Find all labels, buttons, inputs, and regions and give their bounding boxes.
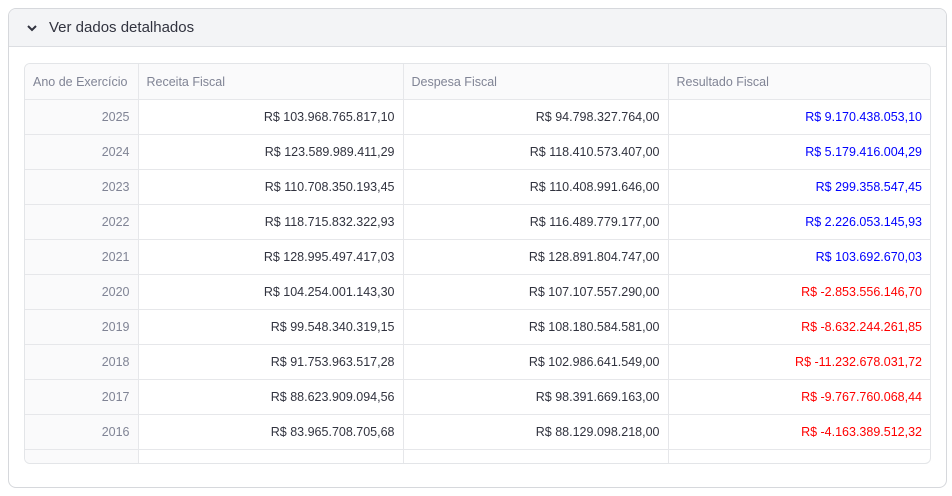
receita-cell[interactable]: R$ 118.715.832.322,93 (138, 204, 404, 240)
empty-cell (138, 449, 404, 463)
column-header-despesa[interactable]: Despesa Fiscal (403, 64, 669, 100)
table-row-partial (25, 449, 930, 463)
table-row: 2016 R$ 83.965.708.705,68 R$ 88.129.098.21… (25, 414, 930, 450)
year-cell[interactable]: 2020 (25, 274, 139, 310)
receita-cell[interactable]: R$ 88.623.909.094,56 (138, 379, 404, 415)
year-cell[interactable]: 2019 (25, 309, 139, 345)
despesa-cell[interactable]: R$ 94.798.327.764,00 (403, 99, 669, 135)
table-row: 2021 R$ 128.995.497.417,03 R$ 128.891.804.… (25, 239, 930, 275)
table-header-row: Ano de Exercício Receita Fiscal Despesa … (25, 64, 930, 100)
resultado-cell[interactable]: R$ 2.226.053.145,93 (668, 204, 930, 240)
expander-title: Ver dados detalhados (49, 19, 195, 36)
table-row: 2020 R$ 104.254.001.143,30 R$ 107.107.557.… (25, 274, 930, 310)
chevron-down-icon (27, 24, 37, 31)
resultado-cell[interactable]: R$ -11.232.678.031,72 (668, 344, 930, 380)
receita-cell[interactable]: R$ 110.708.350.193,45 (138, 169, 404, 205)
table-row: 2019 R$ 99.548.340.319,15 R$ 108.180.584.5… (25, 309, 930, 345)
table-row: 2017 R$ 88.623.909.094,56 R$ 98.391.669.16… (25, 379, 930, 415)
receita-cell[interactable]: R$ 128.995.497.417,03 (138, 239, 404, 275)
year-cell[interactable]: 2016 (25, 414, 139, 450)
resultado-cell[interactable]: R$ 9.170.438.053,10 (668, 99, 930, 135)
despesa-cell[interactable]: R$ 102.986.641.549,00 (403, 344, 669, 380)
receita-cell[interactable]: R$ 91.753.963.517,28 (138, 344, 404, 380)
empty-cell (668, 449, 930, 463)
despesa-cell[interactable]: R$ 128.891.804.747,00 (403, 239, 669, 275)
receita-cell[interactable]: R$ 103.968.765.817,10 (138, 99, 404, 135)
receita-cell[interactable]: R$ 123.589.989.411,29 (138, 134, 404, 170)
receita-cell[interactable]: R$ 83.965.708.705,68 (138, 414, 404, 450)
despesa-cell[interactable]: R$ 98.391.669.163,00 (403, 379, 669, 415)
resultado-cell[interactable]: R$ -9.767.760.068,44 (668, 379, 930, 415)
data-table[interactable]: Ano de Exercício Receita Fiscal Despesa … (24, 63, 931, 464)
table-row: 2024 R$ 123.589.989.411,29 R$ 118.410.573.… (25, 134, 930, 170)
resultado-cell[interactable]: R$ 103.692.670,03 (668, 239, 930, 275)
year-cell[interactable]: 2024 (25, 134, 139, 170)
resultado-cell[interactable]: R$ -8.632.244.261,85 (668, 309, 930, 345)
receita-cell[interactable]: R$ 104.254.001.143,30 (138, 274, 404, 310)
resultado-cell[interactable]: R$ 299.358.547,45 (668, 169, 930, 205)
receita-cell[interactable]: R$ 99.548.340.319,15 (138, 309, 404, 345)
column-header-receita[interactable]: Receita Fiscal (138, 64, 404, 100)
expander-header[interactable]: Ver dados detalhados (9, 9, 946, 47)
empty-cell (25, 449, 139, 463)
year-cell[interactable]: 2022 (25, 204, 139, 240)
resultado-cell[interactable]: R$ -4.163.389.512,32 (668, 414, 930, 450)
despesa-cell[interactable]: R$ 118.410.573.407,00 (403, 134, 669, 170)
despesa-cell[interactable]: R$ 107.107.557.290,00 (403, 274, 669, 310)
resultado-cell[interactable]: R$ -2.853.556.146,70 (668, 274, 930, 310)
despesa-cell[interactable]: R$ 116.489.779.177,00 (403, 204, 669, 240)
column-header-year[interactable]: Ano de Exercício (25, 64, 139, 100)
year-cell[interactable]: 2023 (25, 169, 139, 205)
year-cell[interactable]: 2018 (25, 344, 139, 380)
year-cell[interactable]: 2021 (25, 239, 139, 275)
despesa-cell[interactable]: R$ 108.180.584.581,00 (403, 309, 669, 345)
table-row: 2025 R$ 103.968.765.817,10 R$ 94.798.327.7… (25, 99, 930, 135)
details-expander: Ver dados detalhados Ano de Exercício Re… (8, 8, 947, 488)
despesa-cell[interactable]: R$ 88.129.098.218,00 (403, 414, 669, 450)
year-cell[interactable]: 2025 (25, 99, 139, 135)
empty-cell (403, 449, 669, 463)
year-cell[interactable]: 2017 (25, 379, 139, 415)
resultado-cell[interactable]: R$ 5.179.416.004,29 (668, 134, 930, 170)
table-row: 2018 R$ 91.753.963.517,28 R$ 102.986.641.5… (25, 344, 930, 380)
despesa-cell[interactable]: R$ 110.408.991.646,00 (403, 169, 669, 205)
table-row: 2022 R$ 118.715.832.322,93 R$ 116.489.779.… (25, 204, 930, 240)
column-header-resultado[interactable]: Resultado Fiscal (668, 64, 930, 100)
table-row: 2023 R$ 110.708.350.193,45 R$ 110.408.991.… (25, 169, 930, 205)
